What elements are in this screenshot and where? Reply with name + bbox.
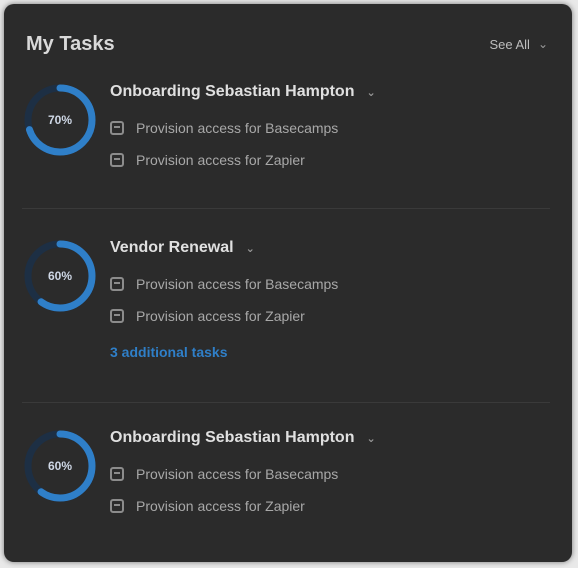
task-icon[interactable] bbox=[110, 121, 124, 135]
chevron-down-icon: ⌄ bbox=[537, 37, 548, 51]
task-label: Provision access for Zapier bbox=[136, 308, 305, 324]
see-all-button[interactable]: See All ⌄ bbox=[489, 37, 548, 52]
progress-percent: 60% bbox=[47, 459, 73, 473]
card-title: My Tasks bbox=[26, 32, 115, 55]
progress-ring: 60% bbox=[22, 428, 98, 504]
task-icon[interactable] bbox=[110, 153, 124, 167]
task-label: Provision access for Zapier bbox=[136, 498, 305, 514]
progress-ring: 70% bbox=[22, 82, 98, 158]
task-label: Provision access for Basecamps bbox=[136, 120, 339, 136]
task-group-content: Vendor Renewal ⌄ Provision access for Ba… bbox=[110, 234, 550, 360]
additional-tasks-link[interactable]: 3 additional tasks bbox=[110, 344, 550, 360]
task-icon[interactable] bbox=[110, 309, 124, 323]
task-group-title[interactable]: Onboarding Sebastian Hampton ⌄ bbox=[110, 78, 550, 106]
task-label: Provision access for Basecamps bbox=[136, 276, 339, 292]
task-item: Provision access for Zapier bbox=[110, 490, 550, 522]
divider bbox=[22, 402, 550, 403]
task-group-content: Onboarding Sebastian Hampton ⌄ Provision… bbox=[110, 78, 550, 176]
my-tasks-card: My Tasks See All ⌄ 70% Onboarding Sebast… bbox=[4, 4, 572, 562]
task-label: Provision access for Zapier bbox=[136, 152, 305, 168]
task-group-content: Onboarding Sebastian Hampton ⌄ Provision… bbox=[110, 424, 550, 522]
chevron-down-icon: ⌄ bbox=[366, 86, 376, 99]
task-group-title-text: Vendor Renewal bbox=[110, 239, 234, 256]
progress-percent: 60% bbox=[47, 269, 73, 283]
task-item: Provision access for Zapier bbox=[110, 300, 550, 332]
task-group-title-text: Onboarding Sebastian Hampton bbox=[110, 429, 355, 446]
task-item: Provision access for Basecamps bbox=[110, 112, 550, 144]
task-group-title-text: Onboarding Sebastian Hampton bbox=[110, 83, 355, 100]
chevron-down-icon: ⌄ bbox=[366, 432, 376, 445]
progress-ring: 60% bbox=[22, 238, 98, 314]
task-label: Provision access for Basecamps bbox=[136, 466, 339, 482]
progress-percent: 70% bbox=[47, 113, 73, 127]
chevron-down-icon: ⌄ bbox=[245, 242, 255, 255]
see-all-label: See All bbox=[489, 36, 530, 52]
task-icon[interactable] bbox=[110, 499, 124, 513]
task-item: Provision access for Basecamps bbox=[110, 268, 550, 300]
task-group-title[interactable]: Onboarding Sebastian Hampton ⌄ bbox=[110, 424, 550, 452]
task-icon[interactable] bbox=[110, 277, 124, 291]
task-group-title[interactable]: Vendor Renewal ⌄ bbox=[110, 234, 550, 262]
task-icon[interactable] bbox=[110, 467, 124, 481]
card-header: My Tasks See All ⌄ bbox=[26, 30, 550, 58]
task-item: Provision access for Zapier bbox=[110, 144, 550, 176]
divider bbox=[22, 208, 550, 209]
task-item: Provision access for Basecamps bbox=[110, 458, 550, 490]
